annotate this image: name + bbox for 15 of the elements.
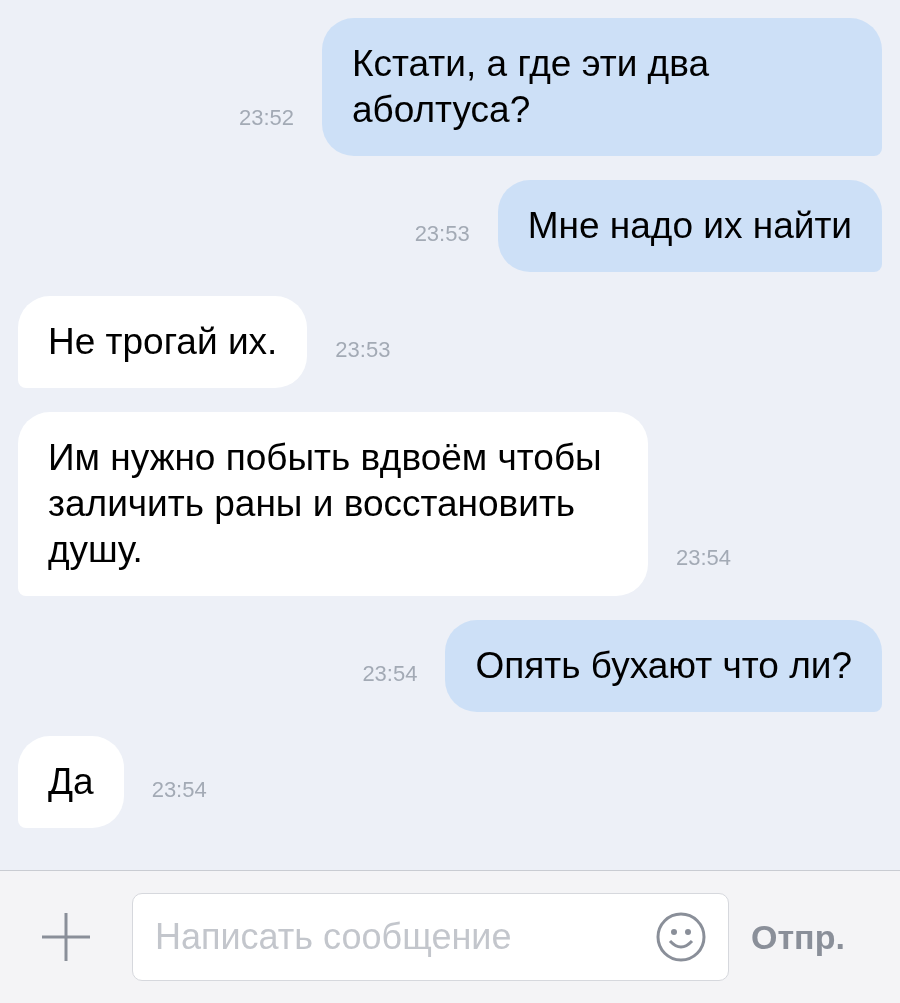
message-bubble: Опять бухают что ли? <box>445 620 882 712</box>
message-bubble: Кстати, а где эти два аболтуса? <box>322 18 882 156</box>
message-time: 23:54 <box>362 660 418 688</box>
message-input[interactable]: Написать сообщение <box>132 893 729 981</box>
message-time: 23:54 <box>676 544 732 572</box>
message-time: 23:53 <box>335 336 391 364</box>
message-time: 23:54 <box>151 776 207 804</box>
message-bubble: Мне надо их найти <box>497 180 882 272</box>
send-button[interactable]: Отпр. <box>751 911 845 963</box>
message-bubble: Не трогай их. <box>18 296 308 388</box>
message-time: 23:53 <box>414 220 470 248</box>
message-bubble: Им нужно побыть вдвоём чтобы заличить раны и восстановить душу. <box>18 412 648 596</box>
smiley-icon[interactable] <box>655 911 707 963</box>
message-bubble: Да <box>18 736 124 828</box>
message-time: 23:52 <box>238 104 294 132</box>
